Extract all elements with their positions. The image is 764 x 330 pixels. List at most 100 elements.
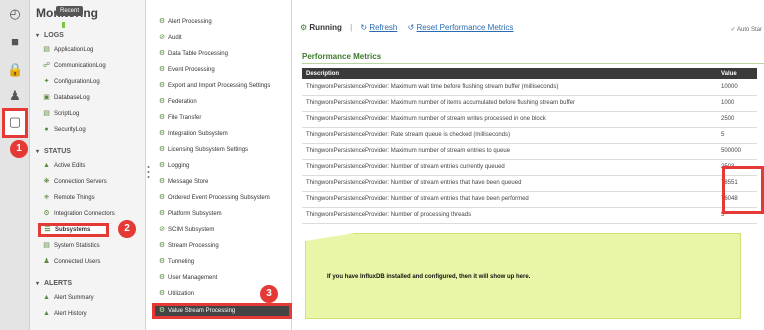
table-row[interactable]: ThingworxPersistenceProvider: Maximum wa…: [302, 79, 757, 96]
nav-item-connected-users[interactable]: ♟ Connected Users: [42, 256, 100, 268]
folder-icon[interactable]: ■: [7, 34, 23, 50]
refresh-button[interactable]: Refresh: [369, 23, 397, 32]
nav-item-configurationlog[interactable]: ✦ ConfigurationLog: [42, 76, 100, 88]
monitor-icon[interactable]: ▢: [7, 114, 23, 130]
nav-item-securitylog[interactable]: ● SecurityLog: [42, 124, 85, 136]
subsystem-icon: ⚙: [158, 98, 166, 105]
subsystem-item-event-processing[interactable]: ⚙ Event Processing: [158, 64, 215, 76]
subsystem-icon: ⚙: [158, 146, 166, 153]
subsystem-item-federation[interactable]: ⚙ Federation: [158, 96, 197, 108]
step-badge-1: 1: [10, 140, 28, 158]
subsystem-icon: ⚙: [158, 162, 166, 169]
accent-bar: [62, 22, 65, 28]
alerts-section-header[interactable]: ▾ ALERTS: [36, 280, 72, 287]
subsystem-item-user-management[interactable]: ⚙ User Management: [158, 272, 218, 284]
lock-icon[interactable]: 🔒: [7, 62, 23, 78]
subsystem-icon: ⚙: [158, 82, 166, 89]
subsystem-item-platform[interactable]: ⚙ Platform Subsystem: [158, 208, 222, 220]
script-icon: ▤: [43, 110, 50, 117]
table-row[interactable]: ThingworxPersistenceProvider: Number of …: [302, 191, 757, 208]
nav-item-connection-servers[interactable]: ❋ Connection Servers: [42, 176, 107, 188]
nav-item-scriptlog[interactable]: ▤ ScriptLog: [42, 108, 79, 120]
subsystem-item-alert-processing[interactable]: ⚙ Alert Processing: [158, 16, 212, 28]
metric-description: ThingworxPersistenceProvider: Maximum nu…: [302, 143, 717, 160]
subsystem-icon: ⚙: [158, 258, 166, 265]
nav-item-alert-history[interactable]: ▲ Alert History: [42, 308, 87, 320]
metric-value: 5: [717, 127, 757, 144]
server-icon: ❋: [43, 178, 50, 185]
subsystems-icon: ☰: [44, 226, 51, 233]
subsystem-item-message-store[interactable]: ⚙ Message Store: [158, 176, 209, 188]
monitoring-nav: Monitoring Recent ▾LOGS ▤ApplicationLog …: [30, 0, 146, 330]
metric-value: 2500: [717, 111, 757, 128]
metric-value: 500000: [717, 143, 757, 160]
subsystem-item-utilization[interactable]: ⚙ Utilization: [158, 288, 194, 300]
nav-item-remote-things[interactable]: ⎈ Remote Things: [42, 192, 95, 204]
lock-icon: ●: [44, 126, 49, 133]
clock-icon[interactable]: ◴: [7, 6, 23, 22]
table-row[interactable]: ThingworxPersistenceProvider: Maximum nu…: [302, 95, 757, 112]
table-row[interactable]: ThingworxPersistenceProvider: Maximum nu…: [302, 111, 757, 128]
nav-item-communicationlog[interactable]: ☍ CommunicationLog: [42, 60, 106, 72]
subsystem-item-stream-processing[interactable]: ⚙ Stream Processing: [158, 240, 219, 252]
nav-item-active-edits[interactable]: ▲ Active Edits: [42, 160, 85, 172]
reset-metrics-button[interactable]: Reset Performance Metrics: [417, 23, 514, 32]
alert-icon: ▲: [43, 310, 50, 317]
subsystem-icon: ⚙: [158, 210, 166, 217]
subsystem-item-ordered-event[interactable]: ⚙ Ordered Event Processing Subsystem: [158, 192, 270, 204]
subsystem-item-value-stream-processing[interactable]: ⚙ Value Stream Processing: [152, 303, 292, 319]
subsystem-item-tunneling[interactable]: ⚙ Tunneling: [158, 256, 194, 268]
chart-icon: ▤: [43, 242, 50, 249]
composer-window: ◴ ■ 🔒 ♟ ▢ Monitoring Recent ▾LOGS ▤Appli…: [0, 0, 764, 330]
auto-start-toggle[interactable]: ✓ Auto Star: [731, 26, 762, 33]
reset-icon: ↺: [407, 23, 415, 32]
subsystem-item-scim[interactable]: ⊘ SCIM Subsystem: [158, 224, 214, 236]
nav-item-alert-summary[interactable]: ▲ Alert Summary: [42, 292, 94, 304]
metrics-table: Description Value ThingworxPersistencePr…: [302, 68, 757, 224]
subsystem-item-integration[interactable]: ⚙ Integration Subsystem: [158, 128, 228, 140]
toolbar: ⚙ Running | ↻ Refresh ↺ Reset Performanc…: [300, 20, 521, 36]
subsystem-item-data-table-processing[interactable]: ⚙ Data Table Processing: [158, 48, 228, 60]
subsystem-item-audit[interactable]: ⊘ Audit: [158, 32, 182, 44]
connector-icon: ⚙: [43, 210, 50, 217]
status-label: Running: [309, 23, 342, 32]
section-title: Performance Metrics: [302, 52, 382, 61]
table-row[interactable]: ThingworxPersistenceProvider: Number of …: [302, 159, 757, 176]
wrench-icon: ✦: [43, 78, 50, 85]
subsystem-item-licensing[interactable]: ⚙ Licensing Subsystem Settings: [158, 144, 248, 156]
column-header-value[interactable]: Value: [717, 68, 757, 79]
callout-text: If you have InfluxDB installed and confi…: [327, 274, 531, 280]
edit-icon: ▲: [43, 162, 50, 169]
users-icon[interactable]: ♟: [7, 88, 23, 104]
subsystem-icon: ⚙: [158, 130, 166, 137]
table-row[interactable]: ThingworxPersistenceProvider: Number of …: [302, 175, 757, 192]
subsystem-icon: ⚙: [158, 66, 166, 73]
metric-value: 1000: [717, 95, 757, 112]
logs-section-header[interactable]: ▾ LOGS: [36, 32, 64, 39]
subsystem-icon: ⚙: [158, 242, 166, 249]
subsystem-item-logging[interactable]: ⚙ Logging: [158, 160, 190, 172]
nav-item-system-statistics[interactable]: ▤ System Statistics: [42, 240, 100, 252]
nav-item-subsystems[interactable]: ☰ Subsystems: [38, 223, 109, 237]
table-row[interactable]: ThingworxPersistenceProvider: Maximum nu…: [302, 143, 757, 160]
nav-item-applicationlog[interactable]: ▤ ApplicationLog: [42, 44, 93, 56]
subsystem-item-export-import[interactable]: ⚙ Export and Import Processing Settings: [158, 80, 271, 92]
status-section-header[interactable]: ▾ STATUS: [36, 148, 71, 155]
metric-value: 10000: [717, 79, 757, 96]
step-badge-3: 3: [260, 285, 278, 303]
chevron-down-icon: ▾: [36, 33, 40, 39]
recent-tooltip: Recent: [56, 6, 84, 16]
subsystem-icon: ⚙: [158, 50, 166, 57]
metric-description: ThingworxPersistenceProvider: Rate strea…: [302, 127, 717, 144]
remote-icon: ⎈: [43, 194, 50, 201]
nav-item-databaselog[interactable]: ▣ DatabaseLog: [42, 92, 90, 104]
subsystem-icon: ⚙: [158, 178, 166, 185]
subsystem-item-file-transfer[interactable]: ⚙ File Transfer: [158, 112, 201, 124]
column-header-description[interactable]: Description: [302, 68, 717, 79]
network-icon: ☍: [42, 62, 51, 69]
scim-icon: ⊘: [159, 226, 165, 233]
splitter-handle[interactable]: [147, 165, 150, 179]
table-row[interactable]: ThingworxPersistenceProvider: Number of …: [302, 207, 757, 224]
nav-item-integration-connectors[interactable]: ⚙ Integration Connectors: [42, 208, 114, 220]
table-row[interactable]: ThingworxPersistenceProvider: Rate strea…: [302, 127, 757, 144]
